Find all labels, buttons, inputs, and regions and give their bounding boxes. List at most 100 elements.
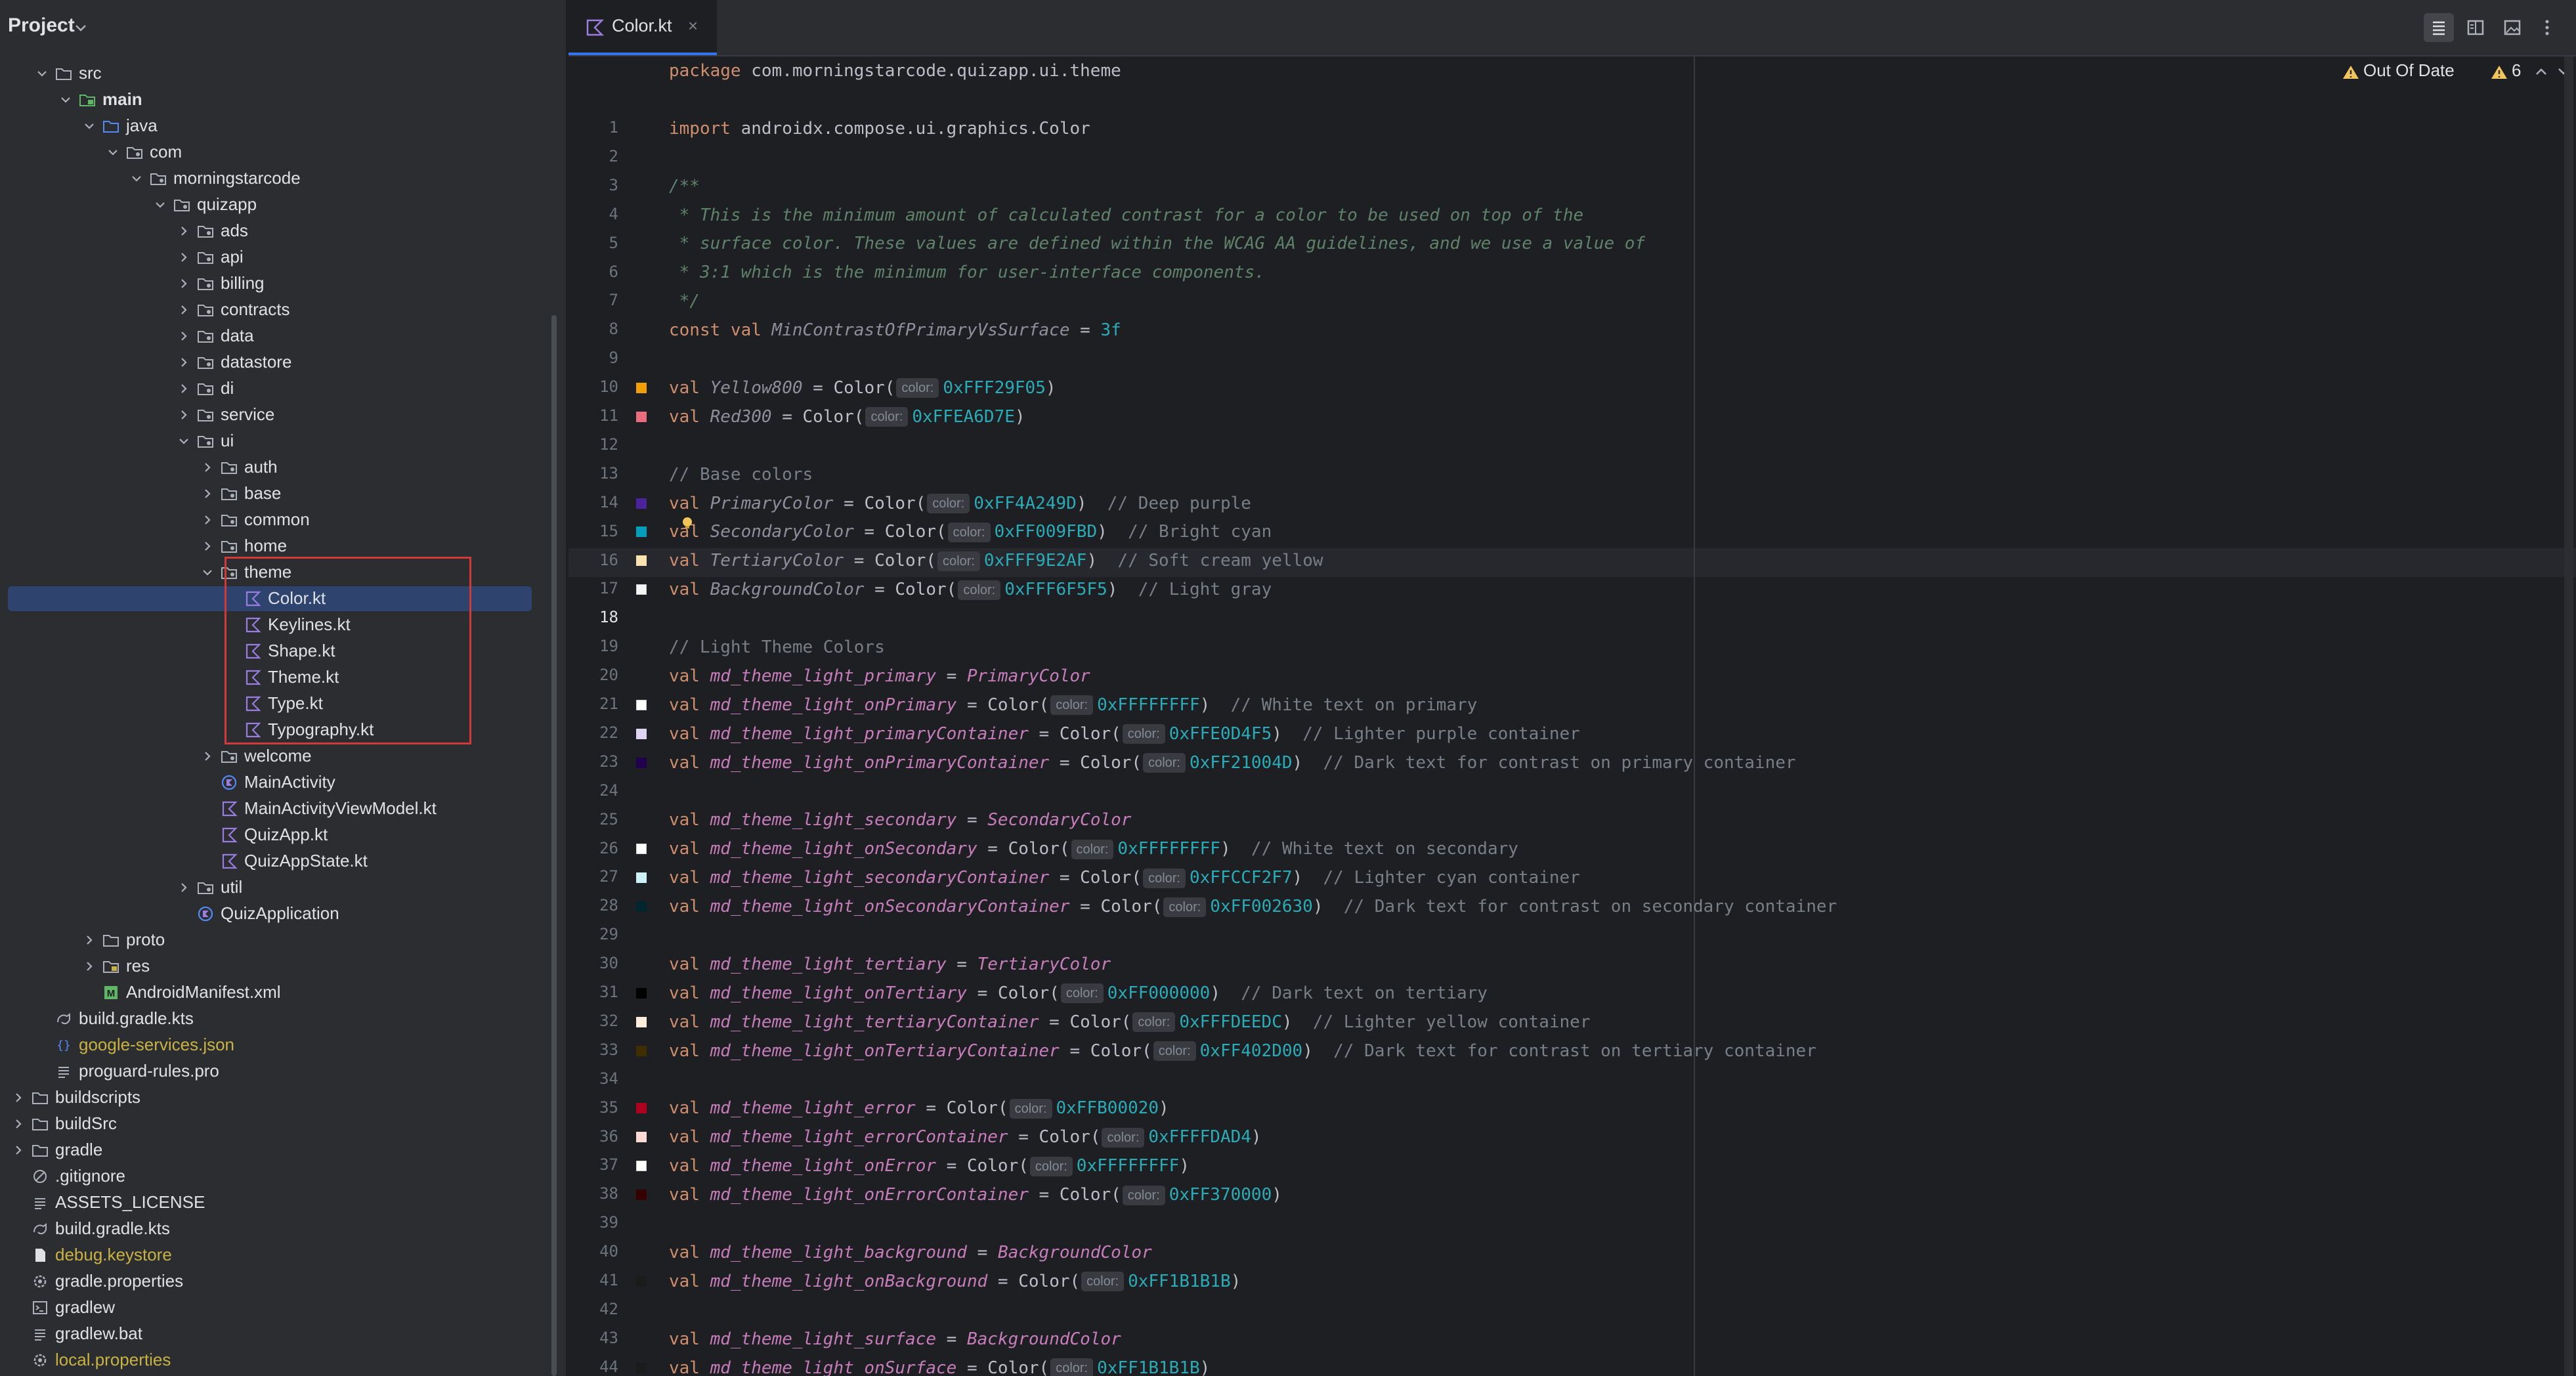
chevron-right-icon[interactable] xyxy=(177,277,190,290)
tree-item-datastore[interactable]: datastore xyxy=(0,349,566,376)
code-line[interactable]: val md_theme_light_error = Color(color: 0… xyxy=(669,1094,1169,1123)
tree-item--gitignore[interactable]: .gitignore xyxy=(0,1163,566,1190)
color-swatch-icon[interactable] xyxy=(636,1276,647,1287)
code-line[interactable]: * 3:1 which is the minimum for user-inte… xyxy=(669,258,1265,287)
code-line[interactable]: val md_theme_light_onSurface = Color(col… xyxy=(669,1354,1210,1376)
code-line[interactable]: val md_theme_light_errorContainer = Colo… xyxy=(669,1123,1262,1151)
tree-item-main[interactable]: main xyxy=(0,87,566,113)
tree-item-morningstarcode[interactable]: morningstarcode xyxy=(0,165,566,192)
chevron-right-icon[interactable] xyxy=(12,1091,25,1104)
code-line[interactable]: val SecondaryColor = Color(color: 0xFF009… xyxy=(669,517,1272,546)
code-line[interactable]: val md_theme_light_surface = BackgroundC… xyxy=(669,1325,1121,1354)
tree-item-ads[interactable]: ads xyxy=(0,218,566,244)
tree-item-proguard-rules-pro[interactable]: proguard-rules.pro xyxy=(0,1058,566,1085)
code-line[interactable]: /** xyxy=(669,172,700,201)
color-swatch-icon[interactable] xyxy=(636,728,647,739)
color-swatch-icon[interactable] xyxy=(636,527,647,538)
chevron-down-icon[interactable] xyxy=(130,172,143,185)
tree-item-buildsrc[interactable]: buildSrc xyxy=(0,1111,566,1137)
tree-item-androidmanifest-xml[interactable]: M AndroidManifest.xml xyxy=(0,979,566,1006)
chevron-right-icon[interactable] xyxy=(177,408,190,421)
code-line[interactable]: val md_theme_light_onTertiaryContainer =… xyxy=(669,1037,1816,1065)
tree-item-di[interactable]: di xyxy=(0,376,566,402)
chevron-down-icon[interactable] xyxy=(83,119,96,133)
color-swatch-icon[interactable] xyxy=(636,757,647,768)
tree-item-contracts[interactable]: contracts xyxy=(0,297,566,323)
color-swatch-icon[interactable] xyxy=(636,1103,647,1114)
color-swatch-icon[interactable] xyxy=(636,699,647,710)
color-swatch-icon[interactable] xyxy=(636,844,647,855)
code-line[interactable]: import androidx.compose.ui.graphics.Colo… xyxy=(669,114,1090,143)
chevron-right-icon[interactable] xyxy=(12,1117,25,1130)
tree-item-google-services-json[interactable]: {} google-services.json xyxy=(0,1032,566,1058)
tab-color-kt[interactable]: Color.kt × xyxy=(569,0,717,55)
chevron-up-icon[interactable] xyxy=(2534,64,2548,79)
code-line[interactable]: */ xyxy=(669,287,700,316)
chevron-down-icon[interactable] xyxy=(74,21,88,35)
color-swatch-icon[interactable] xyxy=(636,987,647,999)
code-line[interactable]: val md_theme_light_tertiary = TertiaryCo… xyxy=(669,950,1111,979)
chevron-right-icon[interactable] xyxy=(177,382,190,395)
chevron-right-icon[interactable] xyxy=(201,540,214,553)
tree-item-quizapp[interactable]: quizapp xyxy=(0,192,566,218)
code-line[interactable]: val md_theme_light_tertiaryContainer = C… xyxy=(669,1008,1590,1037)
tree-item-buildscripts[interactable]: buildscripts xyxy=(0,1085,566,1111)
close-icon[interactable]: × xyxy=(688,16,698,36)
code-line[interactable]: val md_theme_light_onBackground = Color(… xyxy=(669,1267,1241,1296)
chevron-right-icon[interactable] xyxy=(177,881,190,894)
chevron-down-icon[interactable] xyxy=(59,93,72,106)
chevron-right-icon[interactable] xyxy=(83,960,96,973)
tree-item-java[interactable]: java xyxy=(0,113,566,139)
color-swatch-icon[interactable] xyxy=(636,872,647,884)
code-line[interactable]: val md_theme_light_secondary = Secondary… xyxy=(669,806,1131,834)
color-swatch-icon[interactable] xyxy=(636,1190,647,1201)
chevron-down-icon[interactable] xyxy=(106,146,119,159)
color-swatch-icon[interactable] xyxy=(636,555,647,567)
code-line[interactable]: val md_theme_light_secondaryContainer = … xyxy=(669,863,1580,892)
chevron-down-icon[interactable] xyxy=(177,435,190,448)
code-line[interactable]: val md_theme_light_onSecondaryContainer … xyxy=(669,892,1837,921)
tree-item-gradlew-bat[interactable]: gradlew.bat xyxy=(0,1321,566,1347)
split-view-button[interactable] xyxy=(2460,13,2491,42)
tree-item-assets-license[interactable]: ASSETS_LICENSE xyxy=(0,1190,566,1216)
chevron-right-icon[interactable] xyxy=(201,461,214,474)
code-line[interactable]: package com.morningstarcode.quizapp.ui.t… xyxy=(669,56,1121,85)
code-line[interactable]: val md_theme_light_background = Backgrou… xyxy=(669,1238,1152,1267)
color-swatch-icon[interactable] xyxy=(636,411,647,422)
tree-item-debug-keystore[interactable]: debug.keystore xyxy=(0,1242,566,1268)
tree-item-mainactivity[interactable]: MainActivity xyxy=(0,769,566,796)
editor-scrollbar[interactable] xyxy=(2564,56,2573,1376)
tree-item-quizapp-kt[interactable]: QuizApp.kt xyxy=(0,822,566,848)
color-swatch-icon[interactable] xyxy=(636,1161,647,1172)
chevron-down-icon[interactable] xyxy=(201,566,214,579)
tree-item-build-gradle-kts[interactable]: build.gradle.kts xyxy=(0,1216,566,1242)
code-line[interactable]: * surface color. These values are define… xyxy=(669,229,1645,258)
tree-item-base[interactable]: base xyxy=(0,481,566,507)
tree-item-api[interactable]: api xyxy=(0,244,566,270)
chevron-right-icon[interactable] xyxy=(201,513,214,527)
tree-item-data[interactable]: data xyxy=(0,323,566,349)
color-swatch-icon[interactable] xyxy=(636,1045,647,1056)
more-options-button[interactable] xyxy=(2534,13,2560,42)
tree-item-gradlew[interactable]: gradlew xyxy=(0,1295,566,1321)
tree-item-auth[interactable]: auth xyxy=(0,454,566,481)
tree-item-build-gradle-kts[interactable]: build.gradle.kts xyxy=(0,1006,566,1032)
code-line[interactable]: val md_theme_light_onTertiary = Color(co… xyxy=(669,979,1488,1008)
color-swatch-icon[interactable] xyxy=(636,1132,647,1143)
code-line[interactable]: // Base colors xyxy=(669,460,813,489)
chevron-right-icon[interactable] xyxy=(83,934,96,947)
code-line[interactable]: val md_theme_light_primaryContainer = Co… xyxy=(669,720,1580,748)
tree-item-src[interactable]: src xyxy=(0,60,566,87)
code-line[interactable]: * This is the minimum amount of calculat… xyxy=(669,201,1584,230)
tree-item-quizapplication[interactable]: QuizApplication xyxy=(0,901,566,927)
tree-item-gradle[interactable]: gradle xyxy=(0,1137,566,1163)
chevron-right-icon[interactable] xyxy=(177,330,190,343)
code-line[interactable]: val TertiaryColor = Color(color: 0xFFF9E2… xyxy=(669,546,1323,575)
tree-item-mainactivityviewmodel-kt[interactable]: MainActivityViewModel.kt xyxy=(0,796,566,822)
code-line[interactable]: val md_theme_light_onPrimary = Color(col… xyxy=(669,691,1477,720)
tree-item-service[interactable]: service xyxy=(0,402,566,428)
code-line[interactable]: val md_theme_light_onSecondary = Color(c… xyxy=(669,834,1518,863)
code-line[interactable]: val PrimaryColor = Color(color: 0xFF4A249… xyxy=(669,489,1251,518)
code-line[interactable]: val md_theme_light_onPrimaryContainer = … xyxy=(669,748,1796,777)
tree-item-local-properties[interactable]: local.properties xyxy=(0,1347,566,1373)
